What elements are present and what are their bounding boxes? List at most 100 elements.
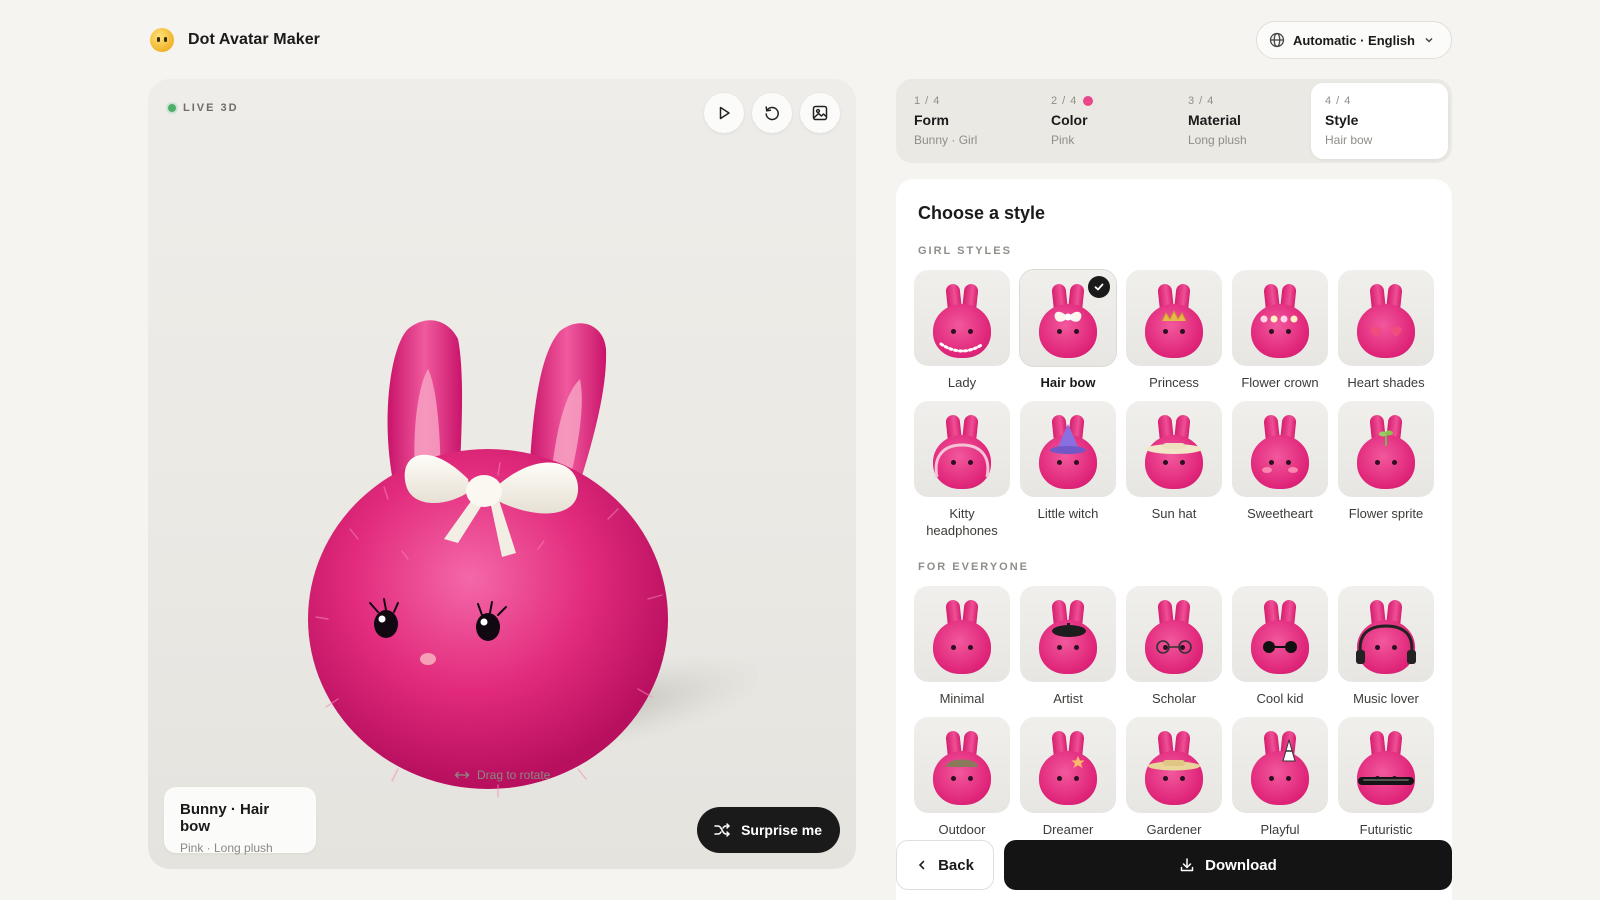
horizontal-arrows-icon xyxy=(454,771,470,779)
style-tile-outdoor[interactable]: Outdoor xyxy=(914,717,1010,838)
style-tile-scholar[interactable]: Scholar xyxy=(1126,586,1222,707)
step-style[interactable]: 4 / 4 Style Hair bow xyxy=(1311,83,1448,159)
style-label: Minimal xyxy=(939,691,985,706)
style-tile-music-lover[interactable]: Music lover xyxy=(1338,586,1434,707)
shuffle-icon xyxy=(714,823,730,837)
avatar-summary-subtitle: Pink · Long plush xyxy=(180,841,273,855)
step-value: Pink xyxy=(1051,133,1075,147)
style-tile-gardener[interactable]: Gardener xyxy=(1126,717,1222,838)
bunny-thumbnail-icon xyxy=(1141,278,1207,362)
section-label-girl-styles: GIRL STYLES xyxy=(918,245,1012,257)
style-tile-kitty-headphones[interactable]: Kitty headphones xyxy=(914,401,1010,539)
language-label: Automatic · English xyxy=(1292,32,1415,48)
style-label: Outdoor xyxy=(938,822,986,837)
live-status-dot xyxy=(168,104,176,112)
style-label: Flower sprite xyxy=(1348,506,1424,521)
style-label: Sweetheart xyxy=(1247,506,1313,521)
style-thumbnail xyxy=(1020,717,1116,813)
style-tile-artist[interactable]: Artist xyxy=(1020,586,1116,707)
style-tile-heart-shades[interactable]: Heart shades xyxy=(1338,270,1434,391)
back-label: Back xyxy=(938,856,974,874)
style-tile-minimal[interactable]: Minimal xyxy=(914,586,1010,707)
smiley-face-icon xyxy=(150,28,174,52)
bunny-thumbnail-icon xyxy=(1247,725,1313,809)
style-tile-princess[interactable]: Princess xyxy=(1126,270,1222,391)
language-select[interactable]: Automatic · English xyxy=(1255,21,1452,59)
bunny-avatar-render[interactable] xyxy=(298,239,758,819)
bunny-thumbnail-icon xyxy=(1353,725,1419,809)
bunny-thumbnail-icon xyxy=(1141,409,1207,493)
chevron-down-icon xyxy=(1425,37,1433,43)
live-3d-label: LIVE 3D xyxy=(183,102,239,114)
globe-icon xyxy=(1269,32,1285,48)
download-icon xyxy=(1180,858,1194,872)
avatar-summary-title: Bunny · Hair bow xyxy=(180,801,270,835)
style-thumbnail xyxy=(1126,270,1222,366)
step-material[interactable]: 3 / 4 Material Long plush xyxy=(1174,83,1311,159)
style-tile-hair-bow[interactable]: Hair bow xyxy=(1020,270,1116,391)
style-label: Gardener xyxy=(1146,822,1202,837)
step-name: Form xyxy=(914,112,949,128)
download-button[interactable]: Download xyxy=(1004,840,1452,890)
style-thumbnail xyxy=(1126,586,1222,682)
style-thumbnail xyxy=(1232,270,1328,366)
style-thumbnail xyxy=(914,401,1010,497)
step-number: 2 / 4 xyxy=(1051,95,1160,107)
style-label: Sun hat xyxy=(1151,506,1197,521)
step-form[interactable]: 1 / 4 Form Bunny · Girl xyxy=(900,83,1037,159)
style-label: Kitty headphones xyxy=(926,506,998,538)
step-name: Material xyxy=(1188,112,1241,128)
panel-title: Choose a style xyxy=(918,203,1046,223)
bunny-thumbnail-icon xyxy=(1247,278,1313,362)
style-thumbnail xyxy=(1126,401,1222,497)
style-tile-sweetheart[interactable]: Sweetheart xyxy=(1232,401,1328,539)
style-thumbnail xyxy=(914,586,1010,682)
style-tile-lady[interactable]: Lady xyxy=(914,270,1010,391)
style-tile-playful[interactable]: Playful xyxy=(1232,717,1328,838)
style-label: Playful xyxy=(1260,822,1300,837)
style-label: Futuristic xyxy=(1359,822,1413,837)
bunny-thumbnail-icon xyxy=(929,409,995,493)
checkmark-icon xyxy=(1088,276,1110,298)
surprise-me-button[interactable]: Surprise me xyxy=(697,807,840,853)
style-tile-dreamer[interactable]: Dreamer xyxy=(1020,717,1116,838)
style-tile-cool-kid[interactable]: Cool kid xyxy=(1232,586,1328,707)
play-icon xyxy=(719,106,730,120)
step-number: 4 / 4 xyxy=(1325,95,1352,107)
style-thumbnail xyxy=(1020,270,1116,366)
step-name: Style xyxy=(1325,112,1359,128)
bunny-thumbnail-icon xyxy=(1141,725,1207,809)
bunny-thumbnail-icon xyxy=(1247,594,1313,678)
style-tile-flower-crown[interactable]: Flower crown xyxy=(1232,270,1328,391)
bunny-thumbnail-icon xyxy=(1353,278,1419,362)
bunny-thumbnail-icon xyxy=(929,278,995,362)
reset-view-button[interactable] xyxy=(752,93,792,133)
section-label-for-everyone: FOR EVERYONE xyxy=(918,561,1029,573)
style-tile-sun-hat[interactable]: Sun hat xyxy=(1126,401,1222,539)
bunny-thumbnail-icon xyxy=(1353,594,1419,678)
play-animation-button[interactable] xyxy=(704,93,744,133)
style-picker-panel[interactable]: Choose a style GIRL STYLES Lady Hair bow P… xyxy=(896,179,1452,900)
drag-to-rotate-label: Drag to rotate xyxy=(476,767,551,782)
style-label: Princess xyxy=(1149,375,1199,390)
style-thumbnail xyxy=(1232,401,1328,497)
style-thumbnail xyxy=(1232,586,1328,682)
step-color[interactable]: 2 / 4 Color Pink xyxy=(1037,83,1174,159)
bunny-thumbnail-icon xyxy=(1141,594,1207,678)
live-preview-panel[interactable]: LIVE 3D Drag to rotate Bunny · Hair bow … xyxy=(148,79,856,869)
bunny-thumbnail-icon xyxy=(1353,409,1419,493)
style-tile-futuristic[interactable]: Futuristic xyxy=(1338,717,1434,838)
step-name: Color xyxy=(1051,112,1088,128)
preview-toolbar xyxy=(704,93,840,133)
style-tile-flower-sprite[interactable]: Flower sprite xyxy=(1338,401,1434,539)
back-button[interactable]: Back xyxy=(896,840,994,890)
step-number: 1 / 4 xyxy=(914,95,941,107)
surprise-me-label: Surprise me xyxy=(741,822,822,838)
style-thumbnail xyxy=(1338,717,1434,813)
style-tile-little-witch[interactable]: Little witch xyxy=(1020,401,1116,539)
everyone-styles-grid: Minimal Artist Scholar Cool kid Music lover O… xyxy=(914,586,1434,838)
snapshot-button[interactable] xyxy=(800,93,840,133)
bunny-thumbnail-icon xyxy=(1035,594,1101,678)
drag-to-rotate-hint: Drag to rotate xyxy=(148,767,856,782)
style-label: Heart shades xyxy=(1347,375,1425,390)
